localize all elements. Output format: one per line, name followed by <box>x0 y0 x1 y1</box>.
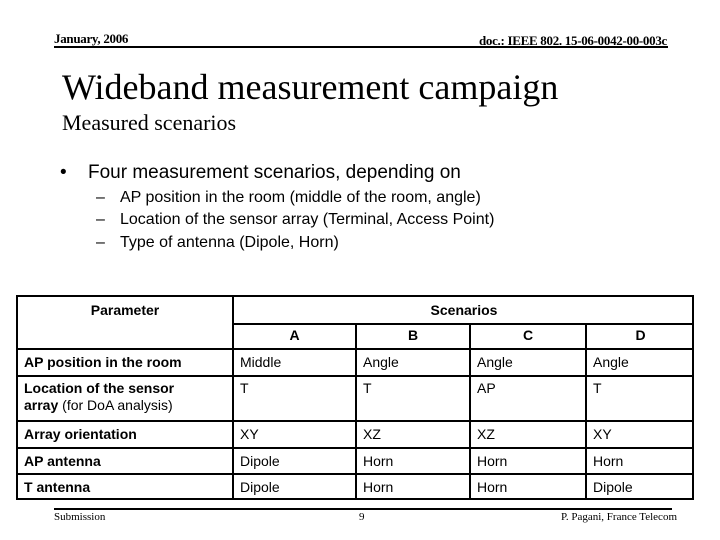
cell-value: T <box>363 380 372 396</box>
cell-value: Angle <box>477 354 513 370</box>
cell-value: T <box>593 380 602 396</box>
cell-value: XY <box>593 426 612 442</box>
row-label-sensor-location: Location of the sensor array (for DoA an… <box>24 380 174 414</box>
row-label-note: (for DoA analysis) <box>58 397 173 413</box>
cell-value: Dipole <box>593 479 633 495</box>
slide-title: Wideband measurement campaign <box>62 67 559 107</box>
row-label-ap-antenna: AP antenna <box>24 453 101 469</box>
cell-value: T <box>240 380 249 396</box>
dash-icon: – <box>96 211 105 228</box>
header-rule <box>54 46 668 48</box>
cell-value: Horn <box>593 453 624 469</box>
grid-line <box>232 323 694 325</box>
cell-value: XZ <box>363 426 381 442</box>
cell-value: Dipole <box>240 453 280 469</box>
cell-value: Angle <box>593 354 629 370</box>
dash-icon: – <box>96 189 105 206</box>
footer-submission: Submission <box>54 511 106 523</box>
header-parameter: Parameter <box>90 302 160 318</box>
header-scenarios: Scenarios <box>430 302 498 318</box>
cell-value: Angle <box>363 354 399 370</box>
cell-value: Dipole <box>240 479 280 495</box>
header-scenario-c: C <box>522 327 534 343</box>
header-scenario-a: A <box>289 327 300 343</box>
header-scenario-d: D <box>635 327 646 343</box>
sub-bullet-text: AP position in the room (middle of the r… <box>120 189 481 206</box>
sub-bullet-text: Type of antenna (Dipole, Horn) <box>120 234 339 251</box>
cell-value: Horn <box>363 453 394 469</box>
cell-value: Horn <box>477 479 508 495</box>
sub-bullet: – Type of antenna (Dipole, Horn) <box>96 232 339 254</box>
scenarios-table: Parameter Scenarios A B C D AP position … <box>16 295 694 500</box>
footer-page-number: 9 <box>359 511 365 523</box>
cell-value: XZ <box>477 426 495 442</box>
bullet-dot-icon: • <box>60 162 67 183</box>
sub-bullet-text: Location of the sensor array (Terminal, … <box>120 211 495 228</box>
cell-value: Horn <box>363 479 394 495</box>
cell-value: AP <box>477 380 496 396</box>
row-label-line2: array (for DoA analysis) <box>24 397 174 414</box>
sub-bullet: – Location of the sensor array (Terminal,… <box>96 209 494 231</box>
row-label-array: array <box>24 397 59 413</box>
footer-rule <box>54 508 672 510</box>
bullet-main: • Four measurement scenarios, depending o… <box>60 160 461 186</box>
cell-value: Horn <box>477 453 508 469</box>
row-label-line1: Location of the sensor <box>24 380 175 396</box>
header-scenario-b: B <box>407 327 419 343</box>
footer-author: P. Pagani, France Telecom <box>560 511 677 523</box>
header-date: January, 2006 <box>54 31 129 46</box>
sub-bullet: – AP position in the room (middle of the … <box>96 187 481 209</box>
slide-subtitle: Measured scenarios <box>62 110 237 135</box>
grid-line <box>355 323 357 498</box>
cell-value: Middle <box>240 354 282 370</box>
grid-line <box>469 323 471 498</box>
cell-value: XY <box>240 426 259 442</box>
grid-line <box>585 323 587 498</box>
dash-icon: – <box>96 234 105 251</box>
row-label-ap-position: AP position in the room <box>24 354 182 370</box>
row-label-t-antenna: T antenna <box>24 479 91 495</box>
bullet-main-text: Four measurement scenarios, depending on <box>88 162 461 183</box>
row-label-array-orientation: Array orientation <box>24 426 137 442</box>
